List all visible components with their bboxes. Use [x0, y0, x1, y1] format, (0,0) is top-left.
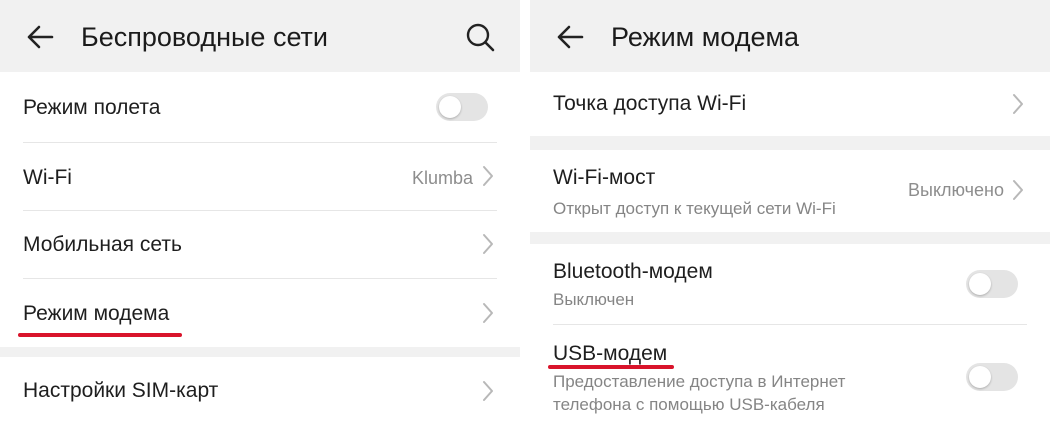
top-bar: Режим модема [530, 0, 1050, 72]
chevron-right-icon [1013, 94, 1023, 114]
settings-card-sim: Настройки SIM-карт [0, 357, 520, 438]
airplane-mode-toggle[interactable] [436, 93, 488, 121]
toggle-knob [969, 366, 991, 388]
mobile-network-label: Мобильная сеть [23, 233, 182, 256]
chevron-right-icon [483, 381, 493, 401]
wifi-bridge-label: Wi-Fi-мост [553, 166, 656, 189]
chevron-right-icon [483, 303, 493, 323]
search-icon[interactable] [465, 22, 495, 52]
wifi-label: Wi-Fi [23, 166, 72, 189]
sim-settings-label: Настройки SIM-карт [23, 379, 219, 402]
toggle-knob [969, 273, 991, 295]
airplane-mode-label: Режим полета [23, 96, 161, 119]
highlight-underline [18, 333, 182, 337]
settings-card-hotspot: Точка доступа Wi-Fi [530, 72, 1050, 136]
settings-card-bridge: Wi-Fi-мост Открыт доступ к текущей сети … [530, 150, 1050, 232]
sim-settings-row[interactable]: Настройки SIM-карт [0, 357, 520, 427]
usb-modem-toggle[interactable] [966, 363, 1018, 391]
wifi-row[interactable]: Wi-Fi Klumba [0, 143, 520, 210]
page-title: Режим модема [611, 22, 800, 52]
settings-card-modems: Bluetooth-модем Выключен USB-модем Предо… [530, 244, 1050, 438]
page-title: Беспроводные сети [81, 22, 329, 52]
bluetooth-modem-toggle[interactable] [966, 270, 1018, 298]
bluetooth-modem-label: Bluetooth-модем [553, 260, 713, 283]
top-bar: Беспроводные сети [0, 0, 520, 72]
wifi-hotspot-row[interactable]: Точка доступа Wi-Fi [530, 72, 1050, 136]
highlight-underline [548, 365, 674, 369]
back-arrow-icon[interactable] [555, 22, 585, 52]
usb-modem-label: USB-модем [553, 342, 668, 365]
chevron-right-icon [483, 166, 493, 186]
chevron-right-icon [1013, 180, 1023, 200]
toggle-knob [439, 96, 461, 118]
chevron-right-icon [483, 234, 493, 254]
tethering-row[interactable]: Режим модема [0, 279, 520, 347]
usb-modem-sublabel-line2: телефона с помощью USB-кабеля [553, 395, 825, 414]
back-arrow-icon[interactable] [25, 22, 55, 52]
bluetooth-modem-row[interactable]: Bluetooth-модем Выключен [530, 244, 1050, 324]
wifi-hotspot-label: Точка доступа Wi-Fi [553, 92, 747, 115]
wifi-bridge-sublabel: Открыт доступ к текущей сети Wi-Fi [553, 199, 836, 218]
tethering-screen: Режим модема Точка доступа Wi-Fi Wi-Fi-м… [530, 0, 1050, 438]
bluetooth-modem-sublabel: Выключен [553, 290, 635, 309]
wifi-bridge-status: Выключено [908, 180, 1004, 200]
usb-modem-row[interactable]: USB-модем Предоставление доступа в Интер… [530, 325, 1050, 438]
wifi-network-name: Klumba [411, 168, 473, 188]
usb-modem-sublabel-line1: Предоставление доступа в Интернет [553, 372, 846, 391]
airplane-mode-row[interactable]: Режим полета [0, 72, 520, 142]
mobile-network-row[interactable]: Мобильная сеть [0, 211, 520, 278]
wifi-bridge-row[interactable]: Wi-Fi-мост Открыт доступ к текущей сети … [530, 150, 1050, 232]
wireless-networks-screen: Беспроводные сети Режим полета Wi-Fi Klu… [0, 0, 520, 438]
settings-card-main: Режим полета Wi-Fi Klumba Мобильная сеть… [0, 72, 520, 347]
tethering-label: Режим модема [23, 302, 170, 325]
